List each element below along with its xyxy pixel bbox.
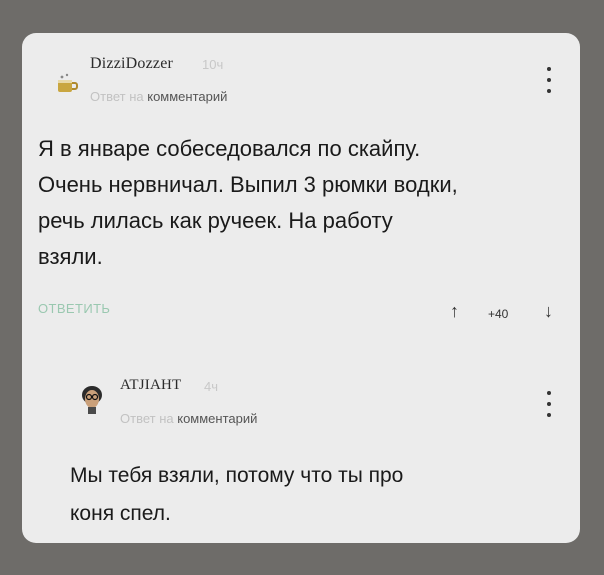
reply-to-prefix: Ответ на: [120, 411, 174, 426]
username[interactable]: ATJIAHT: [120, 377, 181, 394]
username[interactable]: DizziDozzer: [90, 55, 173, 73]
comment-text: Я в январе собеседовался по скайпу. Очен…: [38, 131, 458, 275]
reply-to-prefix: Ответ на: [90, 89, 144, 104]
reply-to-link[interactable]: комментарий: [177, 411, 257, 426]
comment-text-line: взяли.: [38, 244, 103, 269]
kebab-menu-icon[interactable]: [546, 67, 552, 93]
reply-to-note: Ответ на комментарий: [90, 89, 227, 104]
avatar-man-glasses-icon: [82, 386, 102, 414]
comment-text-line: речь лилась как ручеек. На работу: [38, 208, 393, 233]
reply-text: Мы тебя взяли, потому что ты про коня сп…: [70, 457, 403, 533]
reply-text-line: Мы тебя взяли, потому что ты про: [70, 464, 404, 487]
comment-time: 10ч: [202, 57, 224, 72]
rating-score: +40: [488, 307, 509, 321]
upvote-arrow-icon[interactable]: ↑: [450, 301, 459, 322]
comment-card: DizziDozzer 10ч Ответ на комментарий Я в…: [22, 33, 580, 543]
comment-time: 4ч: [204, 379, 219, 394]
downvote-arrow-icon[interactable]: ↓: [544, 301, 553, 322]
reply-button[interactable]: ОТВЕТИТЬ: [38, 301, 110, 316]
kebab-menu-icon[interactable]: [546, 391, 552, 417]
reply-to-note: Ответ на комментарий: [120, 411, 257, 426]
comment-text-line: Я в январе собеседовался по скайпу.: [38, 136, 421, 161]
avatar[interactable]: [78, 385, 106, 415]
avatar-mug-icon: [58, 73, 78, 92]
reply-text-line: коня спел.: [70, 502, 171, 525]
reply-to-link[interactable]: комментарий: [147, 89, 227, 104]
avatar[interactable]: [54, 69, 80, 95]
comment-text-line: Очень нервничал. Выпил 3 рюмки водки,: [38, 172, 458, 197]
